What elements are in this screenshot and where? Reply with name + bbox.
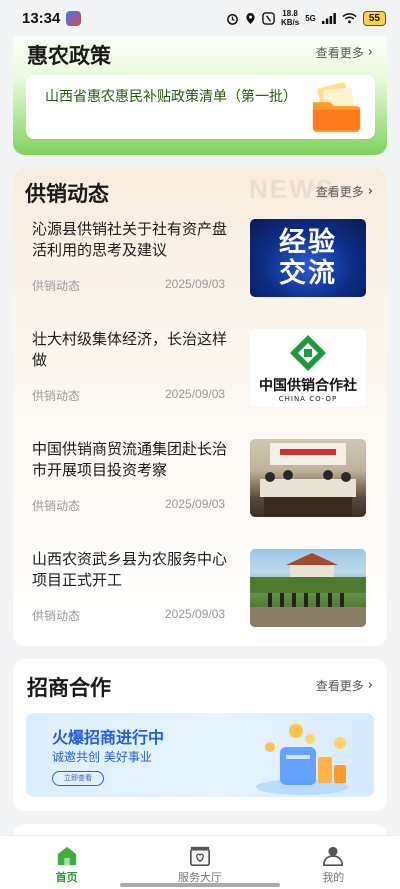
status-icons: 18.8 KB/s 5G 55 — [226, 9, 386, 27]
thumbnail-text-line: 经验 — [279, 227, 337, 258]
wifi-icon — [342, 13, 357, 24]
home-indicator[interactable] — [120, 883, 280, 887]
nav-item-home[interactable]: 首页 — [0, 836, 133, 889]
policy-section: 惠农政策 查看更多 › 山西省惠农惠民补贴政策清单（第一批） — [13, 28, 387, 155]
service-hall-icon — [189, 846, 210, 866]
thumbnail-logo-subtext: CHINA CO-OP — [278, 395, 338, 403]
china-coop-logo-icon — [290, 335, 326, 371]
status-time: 13:34 — [22, 9, 61, 27]
news-item-title: 山西农资武乡县为农服务中心项目正式开工 — [32, 550, 228, 589]
more-link-label: 查看更多 — [315, 185, 364, 199]
news-thumbnail — [250, 439, 366, 517]
news-thumbnail: 经验 交流 — [250, 219, 366, 297]
net-speed-value: 18.8 — [282, 9, 298, 18]
profile-icon — [323, 846, 344, 866]
nav-label-profile: 我的 — [322, 871, 345, 884]
chevron-right-icon: › — [367, 678, 373, 693]
thumbnail-logo-text: 中国供销合作社 — [259, 378, 357, 394]
more-link-label: 查看更多 — [315, 679, 364, 693]
network-type: 5G — [305, 13, 316, 23]
thumbnail-text-line: 交流 — [279, 258, 337, 289]
news-item-title: 壮大村级集体经济，长治这样做 — [32, 330, 228, 369]
bottom-navigation: 首页 服务大厅 我的 — [0, 835, 400, 889]
location-icon — [246, 12, 255, 24]
news-item-date: 2025/09/03 — [165, 497, 226, 511]
news-item-category: 供销动态 — [32, 389, 81, 403]
home-icon — [57, 846, 76, 866]
news-item[interactable]: 壮大村级集体经济，长治这样做 供销动态 2025/09/03 中国供销合作社 C… — [13, 329, 387, 429]
meeting-photo — [260, 443, 356, 517]
news-section: NEWS 供销动态 查看更多 › 沁源县供销社关于社有资产盘活利用的思考及建议 … — [13, 168, 387, 646]
policy-section-title: 惠农政策 — [27, 44, 111, 68]
coin-stack-icon — [256, 724, 348, 795]
nav-label-home: 首页 — [55, 871, 78, 884]
chevron-right-icon: › — [367, 184, 373, 199]
news-thumbnail: 中国供销合作社 CHINA CO-OP — [250, 329, 366, 407]
news-item[interactable]: 中国供销商贸流通集团赴长治市开展项目投资考察 供销动态 2025/09/03 — [13, 439, 387, 539]
news-more-link[interactable]: 查看更多 › — [316, 183, 373, 200]
status-bar: 13:34 18.8 KB/s 5G 55 — [0, 0, 400, 36]
policy-item-title: 山西省惠农惠民补贴政策清单（第一批） — [45, 89, 297, 105]
investment-section-title: 招商合作 — [27, 676, 111, 700]
groundbreaking-photo — [250, 553, 366, 627]
news-section-title: 供销动态 — [25, 182, 109, 206]
policy-list-item[interactable]: 山西省惠农惠民补贴政策清单（第一批） — [26, 75, 375, 139]
alarm-icon — [227, 13, 238, 25]
network-speed: 18.8 KB/s — [281, 9, 299, 27]
news-item-date: 2025/09/03 — [165, 607, 226, 621]
signal-icon — [321, 12, 336, 24]
battery-indicator: 55 — [362, 10, 386, 26]
investment-more-link[interactable]: 查看更多 › — [316, 677, 373, 694]
news-item-category: 供销动态 — [32, 609, 81, 623]
document-folder-icon — [312, 82, 361, 133]
investment-section: 招商合作 查看更多 › 火爆招商进行中 诚邀共创 美好事业 立即查看 — [13, 659, 387, 811]
news-item[interactable]: 山西农资武乡县为农服务中心项目正式开工 供销动态 2025/09/03 — [13, 549, 387, 646]
banner-subtitle: 诚邀共创 美好事业 — [52, 750, 152, 764]
policy-more-link[interactable]: 查看更多 › — [316, 44, 373, 61]
nfc-icon — [262, 11, 275, 25]
news-item-title: 中国供销商贸流通集团赴长治市开展项目投资考察 — [32, 440, 228, 479]
banner-view-button[interactable]: 立即查看 — [52, 771, 104, 786]
banner-title: 火爆招商进行中 — [52, 728, 165, 747]
net-speed-unit: KB/s — [280, 18, 300, 27]
news-item-category: 供销动态 — [32, 499, 81, 513]
news-item-title: 沁源县供销社关于社有资产盘活利用的思考及建议 — [32, 220, 228, 259]
chevron-right-icon: › — [367, 45, 373, 60]
news-thumbnail — [250, 549, 366, 627]
more-link-label: 查看更多 — [315, 46, 364, 60]
news-item-date: 2025/09/03 — [165, 387, 226, 401]
nav-item-profile[interactable]: 我的 — [267, 836, 400, 889]
news-item-category: 供销动态 — [32, 279, 81, 293]
news-item-date: 2025/09/03 — [165, 277, 226, 291]
nav-item-service-hall[interactable]: 服务大厅 — [133, 836, 266, 889]
news-item[interactable]: 沁源县供销社关于社有资产盘活利用的思考及建议 供销动态 2025/09/03 经… — [13, 219, 387, 319]
app-notification-icon — [66, 10, 82, 26]
investment-banner[interactable]: 火爆招商进行中 诚邀共创 美好事业 立即查看 — [26, 713, 374, 797]
